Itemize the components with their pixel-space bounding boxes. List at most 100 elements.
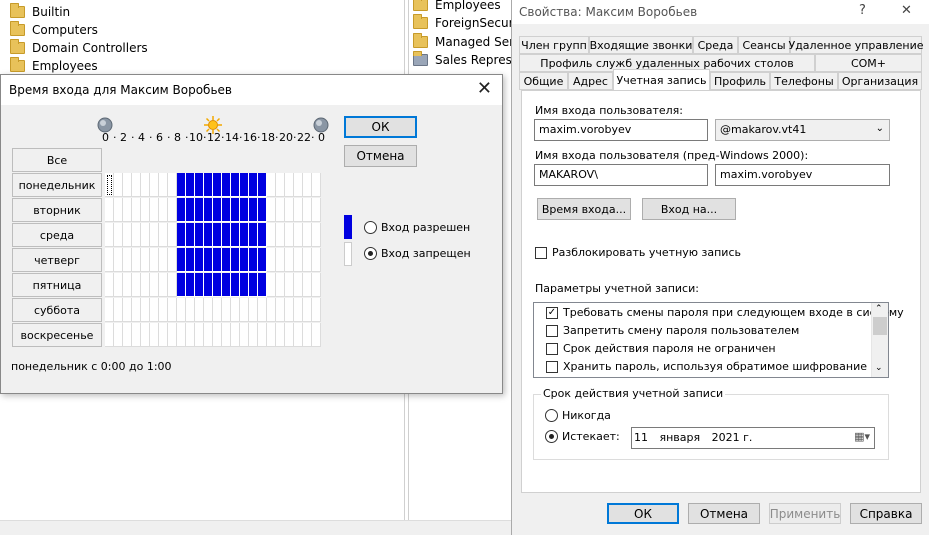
logon-hours-button[interactable]: Время входа... — [537, 198, 631, 220]
hour-cell[interactable] — [168, 273, 177, 297]
hour-cell[interactable] — [249, 298, 258, 322]
select-all-button[interactable]: Все — [12, 148, 102, 172]
hour-cell[interactable] — [177, 248, 186, 272]
tab-environment[interactable]: Среда — [693, 36, 738, 54]
hour-cell[interactable] — [186, 248, 195, 272]
hour-cell[interactable] — [132, 198, 141, 222]
hour-cell[interactable] — [231, 323, 240, 347]
hour-cell[interactable] — [240, 323, 249, 347]
hour-cell[interactable] — [141, 298, 150, 322]
hour-cell[interactable] — [303, 173, 312, 197]
hour-cell[interactable] — [204, 173, 213, 197]
hour-cell[interactable] — [123, 248, 132, 272]
hour-cell[interactable] — [168, 323, 177, 347]
hour-cell[interactable] — [249, 248, 258, 272]
vertical-scrollbar[interactable]: ⌃ ⌄ — [871, 303, 888, 377]
hour-cell[interactable] — [132, 273, 141, 297]
close-icon[interactable]: ✕ — [477, 79, 492, 99]
scroll-thumb[interactable] — [873, 317, 887, 335]
hour-cell[interactable] — [132, 173, 141, 197]
hour-cell[interactable] — [204, 298, 213, 322]
hour-cell[interactable] — [123, 198, 132, 222]
hour-cell[interactable] — [276, 298, 285, 322]
hour-cell[interactable] — [222, 198, 231, 222]
hour-cell[interactable] — [150, 323, 159, 347]
hour-cell[interactable] — [276, 198, 285, 222]
hour-cell[interactable] — [222, 273, 231, 297]
day-row-button[interactable]: вторник — [12, 198, 102, 222]
hour-cell[interactable] — [186, 223, 195, 247]
logon-permitted-radio[interactable]: Вход разрешен — [364, 221, 470, 234]
hour-cell[interactable] — [222, 298, 231, 322]
hour-cell[interactable] — [294, 273, 303, 297]
apply-button[interactable]: Применить — [769, 503, 841, 524]
hour-cell[interactable] — [267, 273, 276, 297]
tree-item-computers[interactable]: Computers — [10, 21, 98, 39]
hour-cell[interactable] — [105, 198, 114, 222]
tab-member-of[interactable]: Член групп — [519, 36, 589, 54]
hour-cell[interactable] — [231, 223, 240, 247]
tree-item-builtin[interactable]: Builtin — [10, 3, 70, 21]
hour-cell[interactable] — [105, 323, 114, 347]
hour-cell[interactable] — [222, 248, 231, 272]
hour-cell[interactable] — [168, 298, 177, 322]
day-row-button[interactable]: четверг — [12, 248, 102, 272]
hour-cell[interactable] — [195, 198, 204, 222]
tree-item-employees[interactable]: Employees — [10, 57, 98, 75]
hour-cell[interactable] — [285, 223, 294, 247]
hour-cell[interactable] — [168, 248, 177, 272]
hour-cell[interactable] — [150, 223, 159, 247]
hour-cell[interactable] — [186, 198, 195, 222]
hour-cell[interactable] — [123, 323, 132, 347]
account-option-checkbox[interactable]: Срок действия пароля не ограничен — [546, 342, 776, 355]
ok-button[interactable]: ОК — [607, 503, 679, 524]
day-row-button[interactable]: среда — [12, 223, 102, 247]
hour-cell[interactable] — [141, 273, 150, 297]
day-row-button[interactable]: понедельник — [12, 173, 102, 197]
list-item-employees[interactable]: Employees — [413, 0, 501, 14]
hour-cell[interactable] — [123, 223, 132, 247]
hour-cell[interactable] — [114, 323, 123, 347]
hour-cell[interactable] — [150, 173, 159, 197]
hour-cell[interactable] — [186, 173, 195, 197]
hour-cell[interactable] — [105, 248, 114, 272]
day-row-button[interactable]: воскресенье — [12, 323, 102, 347]
hour-cell[interactable] — [285, 273, 294, 297]
hour-cell[interactable] — [285, 173, 294, 197]
hour-cell[interactable] — [213, 298, 222, 322]
hour-cell[interactable] — [249, 173, 258, 197]
hour-cell[interactable] — [231, 248, 240, 272]
hour-cell[interactable] — [204, 323, 213, 347]
tab-dial-in[interactable]: Входящие звонки — [589, 36, 693, 54]
hour-cell[interactable] — [312, 248, 321, 272]
day-row-button[interactable]: пятница — [12, 273, 102, 297]
hour-cell[interactable] — [294, 223, 303, 247]
hour-cell[interactable] — [159, 248, 168, 272]
hour-cell[interactable] — [267, 198, 276, 222]
hour-cell[interactable] — [267, 223, 276, 247]
hour-cell[interactable] — [312, 273, 321, 297]
hour-cell[interactable] — [312, 223, 321, 247]
hour-cell[interactable] — [294, 198, 303, 222]
hour-cell[interactable] — [258, 323, 267, 347]
hour-cell[interactable] — [177, 198, 186, 222]
list-item-managed-service[interactable]: Managed Servi — [413, 33, 524, 51]
hour-cell[interactable] — [123, 273, 132, 297]
hour-cell[interactable] — [294, 323, 303, 347]
hour-cell[interactable] — [258, 198, 267, 222]
hour-cell[interactable] — [132, 298, 141, 322]
hour-cell[interactable] — [159, 173, 168, 197]
hour-cell[interactable] — [114, 273, 123, 297]
help-icon[interactable]: ? — [859, 3, 866, 18]
day-row-button[interactable]: суббота — [12, 298, 102, 322]
hour-cell[interactable] — [303, 198, 312, 222]
account-option-checkbox[interactable]: Запретить смену пароля пользователем — [546, 324, 799, 337]
hour-cell[interactable] — [249, 198, 258, 222]
hour-cell[interactable] — [168, 223, 177, 247]
hour-cell[interactable] — [231, 173, 240, 197]
hour-cell[interactable] — [303, 298, 312, 322]
hour-cell[interactable] — [114, 173, 123, 197]
account-option-checkbox[interactable]: ✓ Требовать смены пароля при следующем вх… — [546, 306, 904, 319]
hour-cell[interactable] — [150, 273, 159, 297]
cancel-button[interactable]: Отмена — [688, 503, 760, 524]
